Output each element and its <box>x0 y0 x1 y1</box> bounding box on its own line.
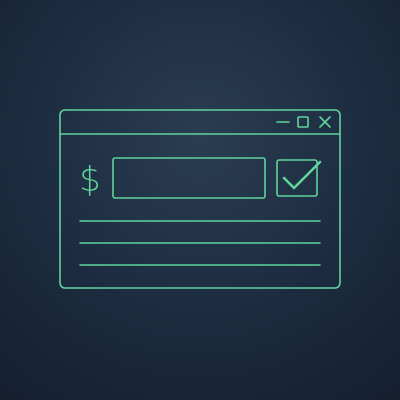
app-illustration: $ <box>0 0 400 400</box>
close-icon[interactable] <box>319 116 331 128</box>
confirm-checkbox[interactable] <box>276 159 322 197</box>
amount-input[interactable] <box>112 157 266 199</box>
window-frame <box>59 109 341 289</box>
payment-window: $ <box>59 109 341 289</box>
currency-symbol: $ <box>79 160 101 200</box>
checkmark-icon <box>282 160 322 190</box>
maximize-icon[interactable] <box>297 116 309 128</box>
